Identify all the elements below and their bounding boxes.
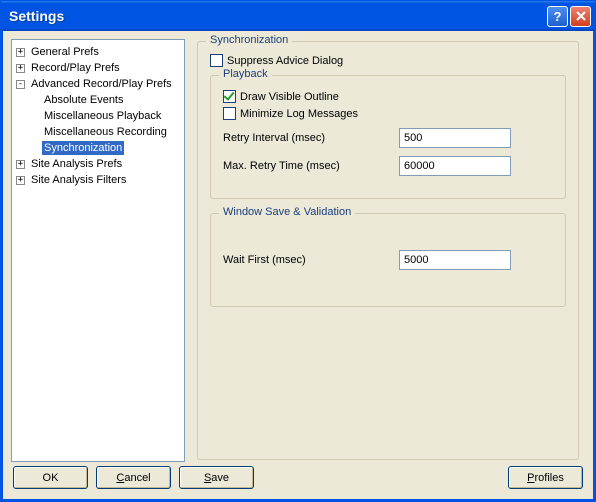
expand-icon[interactable]: + [16, 176, 25, 185]
retry-interval-row: Retry Interval (msec) [223, 128, 553, 148]
close-icon [576, 11, 586, 21]
titlebar: Settings ? [1, 1, 595, 31]
settings-panel: Synchronization Suppress Advice Dialog P… [191, 39, 585, 462]
group-legend: Window Save & Validation [219, 206, 355, 218]
tree-item-synchronization[interactable]: Synchronization [14, 140, 182, 156]
minimize-log-label: Minimize Log Messages [240, 108, 358, 120]
tree-item-site-analysis-prefs[interactable]: + Site Analysis Prefs [14, 156, 182, 172]
draw-outline-row[interactable]: Draw Visible Outline [223, 90, 553, 103]
retry-interval-label: Retry Interval (msec) [223, 132, 399, 144]
tree-label: Record/Play Prefs [29, 61, 122, 75]
window-title: Settings [9, 8, 545, 24]
tree-item-absolute-events[interactable]: Absolute Events [14, 92, 182, 108]
tree-label: Site Analysis Prefs [29, 157, 124, 171]
suppress-advice-label: Suppress Advice Dialog [227, 55, 343, 67]
profiles-button[interactable]: Profiles [508, 466, 583, 489]
tree-label: Site Analysis Filters [29, 173, 128, 187]
main-row: + General Prefs + Record/Play Prefs - Ad… [11, 39, 585, 462]
tree-label: Miscellaneous Playback [42, 109, 163, 123]
expand-icon[interactable]: + [16, 64, 25, 73]
expand-icon[interactable]: + [16, 48, 25, 57]
tree-item-advanced-record-play-prefs[interactable]: - Advanced Record/Play Prefs [14, 76, 182, 92]
tree-label: Advanced Record/Play Prefs [29, 77, 174, 91]
spacer [262, 466, 500, 489]
draw-outline-checkbox[interactable] [223, 90, 236, 103]
max-retry-row: Max. Retry Time (msec) [223, 156, 553, 176]
tree-label: General Prefs [29, 45, 101, 59]
settings-window: Settings ? + General Prefs + Record/Play… [0, 0, 596, 502]
collapse-icon[interactable]: - [16, 80, 25, 89]
playback-group: Playback Draw Visible Outline Minimize L… [210, 75, 566, 199]
group-legend: Synchronization [206, 34, 292, 46]
help-button[interactable]: ? [547, 6, 568, 27]
cancel-button[interactable]: Cancel [96, 466, 171, 489]
group-legend: Playback [219, 68, 272, 80]
tree-item-record-play-prefs[interactable]: + Record/Play Prefs [14, 60, 182, 76]
suppress-advice-checkbox[interactable] [210, 54, 223, 67]
tree-item-site-analysis-filters[interactable]: + Site Analysis Filters [14, 172, 182, 188]
wait-first-row: Wait First (msec) [223, 250, 553, 270]
suppress-advice-row[interactable]: Suppress Advice Dialog [210, 54, 566, 67]
expand-icon[interactable]: + [16, 160, 25, 169]
minimize-log-row[interactable]: Minimize Log Messages [223, 107, 553, 120]
tree-item-general-prefs[interactable]: + General Prefs [14, 44, 182, 60]
wait-first-label: Wait First (msec) [223, 254, 399, 266]
wait-first-input[interactable] [399, 250, 511, 270]
tree-item-misc-playback[interactable]: Miscellaneous Playback [14, 108, 182, 124]
max-retry-input[interactable] [399, 156, 511, 176]
ok-button[interactable]: OK [13, 466, 88, 489]
tree-label: Synchronization [42, 141, 124, 155]
draw-outline-label: Draw Visible Outline [240, 91, 339, 103]
synchronization-group: Synchronization Suppress Advice Dialog P… [197, 41, 579, 460]
close-button[interactable] [570, 6, 591, 27]
validation-group: Window Save & Validation Wait First (mse… [210, 213, 566, 307]
tree-label: Miscellaneous Recording [42, 125, 169, 139]
client-area: + General Prefs + Record/Play Prefs - Ad… [1, 31, 595, 501]
max-retry-label: Max. Retry Time (msec) [223, 160, 399, 172]
minimize-log-checkbox[interactable] [223, 107, 236, 120]
tree-item-misc-recording[interactable]: Miscellaneous Recording [14, 124, 182, 140]
tree-label: Absolute Events [42, 93, 126, 107]
save-button[interactable]: Save [179, 466, 254, 489]
dialog-button-row: OK Cancel Save Profiles [11, 462, 585, 491]
settings-tree[interactable]: + General Prefs + Record/Play Prefs - Ad… [11, 39, 185, 462]
retry-interval-input[interactable] [399, 128, 511, 148]
